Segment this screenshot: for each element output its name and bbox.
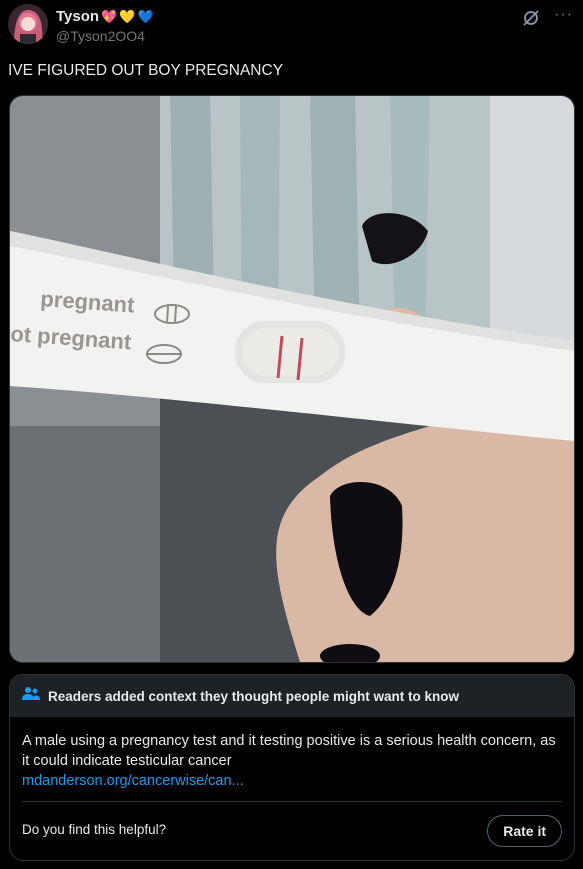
tweet-header: Tyson 💖 💛 💙 @Tyson2OO4 ··· [8,4,575,46]
people-icon [22,686,40,707]
note-body: A male using a pregnancy test and it tes… [10,717,574,791]
heart-emoji-pink: 💖 [101,9,118,24]
author-name[interactable]: Tyson [56,8,99,25]
grok-icon[interactable] [521,8,541,28]
rate-it-button[interactable]: Rate it [487,815,562,847]
tweet-photo[interactable]: pregnant ot pregnant [9,95,575,663]
photo-pregnancy-test: pregnant ot pregnant [10,96,574,662]
note-source-link[interactable]: mdanderson.org/cancerwise/can... [22,771,562,791]
note-header[interactable]: Readers added context they thought peopl… [10,675,574,717]
note-divider [22,801,562,802]
note-title: Readers added context they thought peopl… [48,688,460,704]
helpful-question: Do you find this helpful? [22,822,167,837]
heart-emoji-blue: 💙 [137,9,154,24]
author-name-row[interactable]: Tyson 💖 💛 💙 [56,8,154,25]
community-note: Readers added context they thought peopl… [9,674,575,861]
note-text: A male using a pregnancy test and it tes… [22,733,556,769]
more-icon[interactable]: ··· [554,6,573,24]
avatar[interactable] [8,4,48,44]
heart-emoji-yellow: 💛 [119,9,136,24]
tweet-text: IVE FIGURED OUT BOY PREGNANCY [8,62,284,79]
author-handle[interactable]: @Tyson2OO4 [56,28,145,44]
